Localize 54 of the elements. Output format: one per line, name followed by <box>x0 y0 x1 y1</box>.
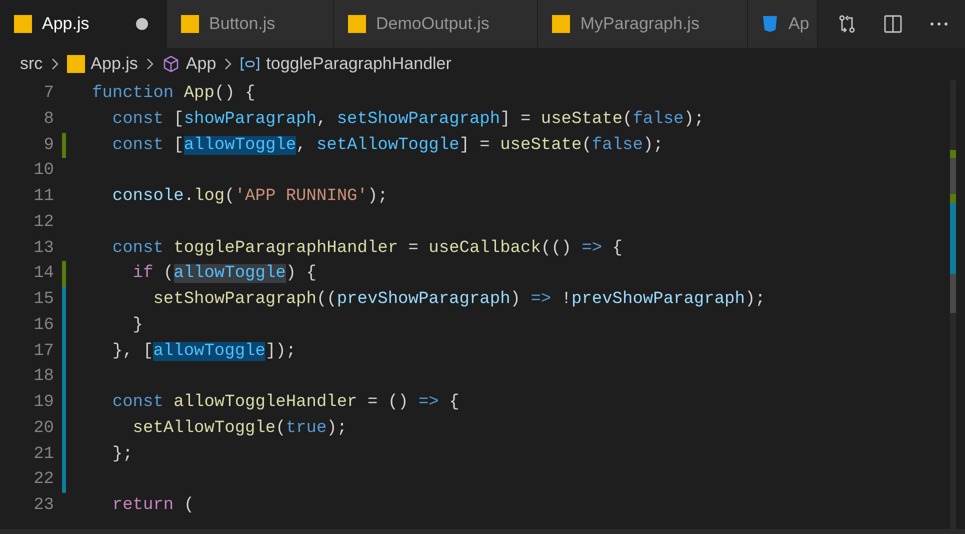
more-icon[interactable] <box>929 21 949 27</box>
js-file-icon <box>552 15 570 33</box>
code-line: function App() { <box>92 83 256 106</box>
editor-tab[interactable]: DemoOutput.js <box>334 0 538 48</box>
line-number: 16 <box>32 314 54 337</box>
js-file-icon <box>181 15 199 33</box>
split-editor-icon[interactable] <box>883 14 903 34</box>
line-number: 22 <box>32 469 54 492</box>
line-number: 23 <box>32 495 54 518</box>
line-number: 8 <box>42 108 54 131</box>
breadcrumb-item[interactable]: src <box>20 51 43 77</box>
variable-icon <box>240 57 260 71</box>
css-file-icon <box>762 15 778 33</box>
line-number: 19 <box>32 392 54 414</box>
code-line: } <box>132 314 144 337</box>
line-number: 14 <box>32 263 54 286</box>
code-line: console.log('APP RUNNING'); <box>111 186 388 208</box>
js-file-icon <box>348 15 366 33</box>
editor-tab[interactable]: MyParagraph.js <box>538 0 748 48</box>
js-file-icon <box>66 55 85 73</box>
code-line: const allowToggleHandler = () => { <box>111 392 460 414</box>
code-line: const [allowToggle, setAllowToggle] = useState(false); <box>111 134 664 157</box>
code-line: const toggleParagraphHandler = useCallback(() => { <box>111 238 623 260</box>
line-number: 13 <box>32 238 54 260</box>
code-line: }; <box>111 444 133 466</box>
chevron-right-icon <box>146 58 154 70</box>
chevron-right-icon <box>224 58 232 70</box>
line-number: 21 <box>32 444 54 466</box>
code-line: return ( <box>111 495 194 518</box>
code-line: if (allowToggle) { <box>132 263 316 286</box>
line-number: 11 <box>32 186 54 208</box>
breadcrumb-item[interactable]: App.js <box>90 51 138 77</box>
line-number: 17 <box>32 340 54 363</box>
line-number: 10 <box>32 160 54 182</box>
cube-icon <box>162 55 180 73</box>
code-line: setAllowToggle(true); <box>132 418 348 440</box>
scroll-thumb[interactable] <box>950 150 956 313</box>
js-file-icon <box>14 15 32 33</box>
line-number: 20 <box>32 418 54 440</box>
line-number: 12 <box>32 212 54 234</box>
breadcrumb-item[interactable]: toggleParagraphHandler <box>266 51 452 77</box>
line-number: 18 <box>32 366 54 388</box>
line-number: 9 <box>42 134 54 157</box>
chevron-right-icon <box>50 58 59 70</box>
line-number: 7 <box>42 83 54 106</box>
editor-tab[interactable]: Ap <box>748 0 818 48</box>
compare-changes-icon[interactable] <box>837 14 857 34</box>
line-number: 15 <box>32 289 54 312</box>
code-line: const [showParagraph, setShowParagraph] = useState(false); <box>111 108 704 131</box>
editor-tab[interactable]: Button.js <box>167 0 334 48</box>
editor-tab[interactable]: App.js <box>0 0 167 48</box>
breadcrumb-item[interactable]: App <box>186 51 216 77</box>
change-mark <box>950 150 956 158</box>
code-line: setShowParagraph((prevShowParagraph) => !prevShowParagraph); <box>152 289 766 312</box>
